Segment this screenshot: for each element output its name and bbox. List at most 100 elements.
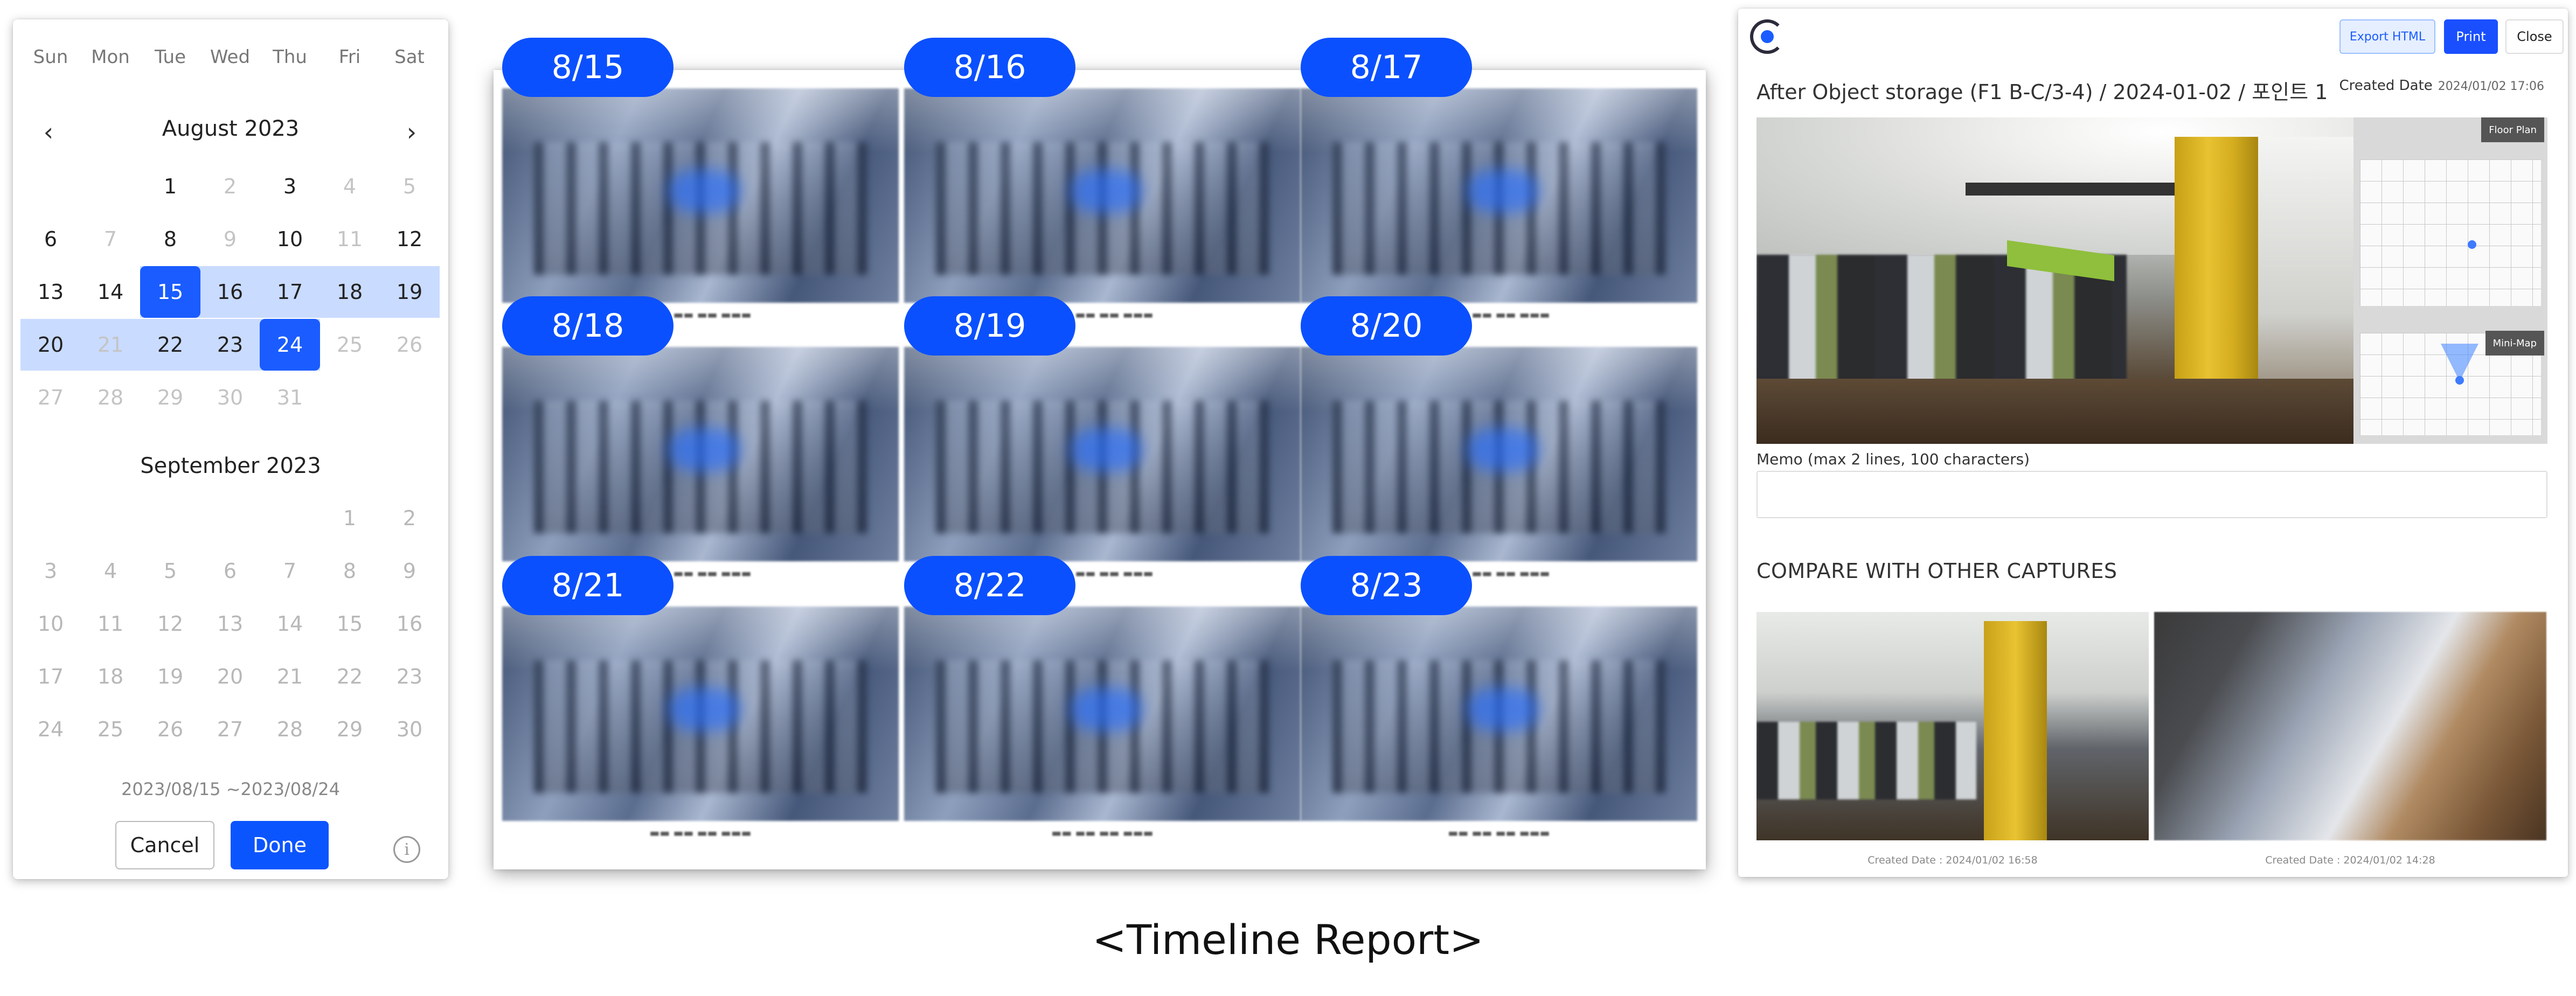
timeline-thumbnail[interactable] (502, 347, 899, 561)
calendar-day-month2-6[interactable]: 6 (200, 545, 260, 597)
timeline-thumbnail[interactable] (502, 88, 899, 303)
calendar-day-month1-24[interactable]: 24 (260, 319, 320, 371)
floor-plan-label: Floor Plan (2481, 117, 2544, 142)
calendar-day-month1-27[interactable]: 27 (20, 372, 81, 423)
calendar-day-month2-10[interactable]: 10 (20, 598, 81, 650)
created-date: Created Date 2024/01/02 17:06 (2339, 78, 2544, 94)
done-button[interactable]: Done (231, 821, 329, 869)
calendar-day-month2-18[interactable]: 18 (80, 651, 141, 702)
calendar-day-month1-29[interactable]: 29 (140, 372, 200, 423)
memo-input[interactable] (1756, 471, 2547, 518)
calendar-day-month2-28[interactable]: 28 (260, 704, 320, 755)
calendar-day-month1-22[interactable]: 22 (140, 319, 200, 371)
calendar-day-month1-30[interactable]: 30 (200, 372, 260, 423)
capture-point-marker[interactable] (2468, 240, 2476, 249)
thumbnail-caption: ▬▬ ▬▬ ▬▬ ▬▬▬ (1448, 826, 1550, 839)
calendar-day-month2-11[interactable]: 11 (80, 598, 141, 650)
date-badge: 8/22 (904, 556, 1075, 615)
calendar-day-month2-26[interactable]: 26 (140, 704, 200, 755)
weekday-tue: Tue (154, 46, 186, 68)
calendar-day-month1-15[interactable]: 15 (140, 266, 200, 318)
calendar-day-month1-23[interactable]: 23 (200, 319, 260, 371)
calendar-day-month2-13[interactable]: 13 (200, 598, 260, 650)
compare-caption-1: Created Date : 2024/01/02 16:58 (1867, 854, 2038, 866)
date-badge: 8/21 (502, 556, 673, 615)
calendar-day-month1-1[interactable]: 1 (140, 161, 200, 212)
chevron-right-icon[interactable]: › (395, 117, 428, 147)
print-button[interactable]: Print (2444, 19, 2498, 54)
calendar-day-month1-12[interactable]: 12 (379, 213, 440, 265)
calendar-day-month2-20[interactable]: 20 (200, 651, 260, 702)
calendar-day-month1-26[interactable]: 26 (379, 319, 440, 371)
calendar-day-month2-25[interactable]: 25 (80, 704, 141, 755)
calendar-day-month2-23[interactable]: 23 (379, 651, 440, 702)
calendar-day-month2-15[interactable]: 15 (320, 598, 380, 650)
calendar-day-month2-21[interactable]: 21 (260, 651, 320, 702)
calendar-day-month2-5[interactable]: 5 (140, 545, 200, 597)
calendar-day-month2-27[interactable]: 27 (200, 704, 260, 755)
calendar-day-month1-9[interactable]: 9 (200, 213, 260, 265)
weekday-fri: Fri (338, 46, 361, 68)
calendar-day-month1-20[interactable]: 20 (20, 319, 81, 371)
calendar-day-month1-2[interactable]: 2 (200, 161, 260, 212)
calendar-day-month2-22[interactable]: 22 (320, 651, 380, 702)
calendar-day-month1-6[interactable]: 6 (20, 213, 81, 265)
panorama-viewer[interactable] (1756, 117, 2353, 444)
calendar-day-month2-12[interactable]: 12 (140, 598, 200, 650)
calendar-day-month1-11[interactable]: 11 (320, 213, 380, 265)
calendar-day-month2-19[interactable]: 19 (140, 651, 200, 702)
chevron-left-icon[interactable]: ‹ (32, 117, 65, 147)
timeline-thumbnail[interactable] (904, 347, 1301, 561)
calendar-day-month2-7[interactable]: 7 (260, 545, 320, 597)
calendar-day-month2-4[interactable]: 4 (80, 545, 141, 597)
close-button[interactable]: Close (2505, 19, 2564, 54)
calendar-day-month1-16[interactable]: 16 (200, 266, 260, 318)
calendar-day-month1-18[interactable]: 18 (320, 266, 380, 318)
calendar-day-month2-2[interactable]: 2 (379, 492, 440, 544)
info-icon[interactable]: i (393, 836, 420, 863)
cancel-button[interactable]: Cancel (115, 821, 214, 869)
calendar-day-month2-14[interactable]: 14 (260, 598, 320, 650)
compare-capture-1[interactable] (1756, 612, 2149, 840)
floor-plan-map[interactable] (2360, 159, 2541, 306)
calendar-day-month2-3[interactable]: 3 (20, 545, 81, 597)
compare-section-title: COMPARE WITH OTHER CAPTURES (1756, 559, 2117, 583)
month-navigation: ‹ August 2023 › (13, 111, 448, 154)
calendar-day-month1-7[interactable]: 7 (80, 213, 141, 265)
calendar-day-month2-1[interactable]: 1 (320, 492, 380, 544)
export-html-button[interactable]: Export HTML (2339, 19, 2435, 54)
calendar-day-month1-4[interactable]: 4 (320, 161, 380, 212)
calendar-day-month1-28[interactable]: 28 (80, 372, 141, 423)
timeline-thumbnail[interactable] (904, 607, 1301, 821)
timeline-thumbnail[interactable] (904, 88, 1301, 303)
compare-capture-2[interactable] (2154, 612, 2546, 840)
calendar-day-month1-13[interactable]: 13 (20, 266, 81, 318)
timeline-thumbnail[interactable] (1301, 88, 1697, 303)
calendar-day-month2-24[interactable]: 24 (20, 704, 81, 755)
calendar-day-month1-3[interactable]: 3 (260, 161, 320, 212)
calendar-day-month1-31[interactable]: 31 (260, 372, 320, 423)
calendar-day-month1-8[interactable]: 8 (140, 213, 200, 265)
mini-map-label: Mini-Map (2485, 331, 2544, 356)
calendar-day-month1-10[interactable]: 10 (260, 213, 320, 265)
date-badge: 8/20 (1301, 296, 1472, 356)
weekday-header: Sun Mon Tue Wed Thu Fri Sat (13, 46, 448, 79)
calendar-day-month1-21[interactable]: 21 (80, 319, 141, 371)
calendar-day-month1-25[interactable]: 25 (320, 319, 380, 371)
timeline-thumbnail[interactable] (1301, 347, 1697, 561)
calendar-day-month1-19[interactable]: 19 (379, 266, 440, 318)
calendar-day-month2-29[interactable]: 29 (320, 704, 380, 755)
timeline-grid: ▬▬ ▬▬ ▬▬ ▬▬▬ 8/15 ▬▬ ▬▬ ▬▬ ▬▬▬ 8/16 ▬▬ ▬▬ ▬▬… (494, 38, 1706, 869)
calendar-day-month1-17[interactable]: 17 (260, 266, 320, 318)
calendar-day-month2-9[interactable]: 9 (379, 545, 440, 597)
timeline-thumbnail[interactable] (1301, 607, 1697, 821)
report-panel: Export HTML Print Close After Object sto… (1738, 9, 2568, 877)
calendar-day-month2-16[interactable]: 16 (379, 598, 440, 650)
weekday-wed: Wed (210, 46, 251, 68)
calendar-day-month1-14[interactable]: 14 (80, 266, 141, 318)
calendar-day-month1-5[interactable]: 5 (379, 161, 440, 212)
calendar-day-month2-17[interactable]: 17 (20, 651, 81, 702)
calendar-day-month2-8[interactable]: 8 (320, 545, 380, 597)
timeline-thumbnail[interactable] (502, 607, 899, 821)
calendar-day-month2-30[interactable]: 30 (379, 704, 440, 755)
